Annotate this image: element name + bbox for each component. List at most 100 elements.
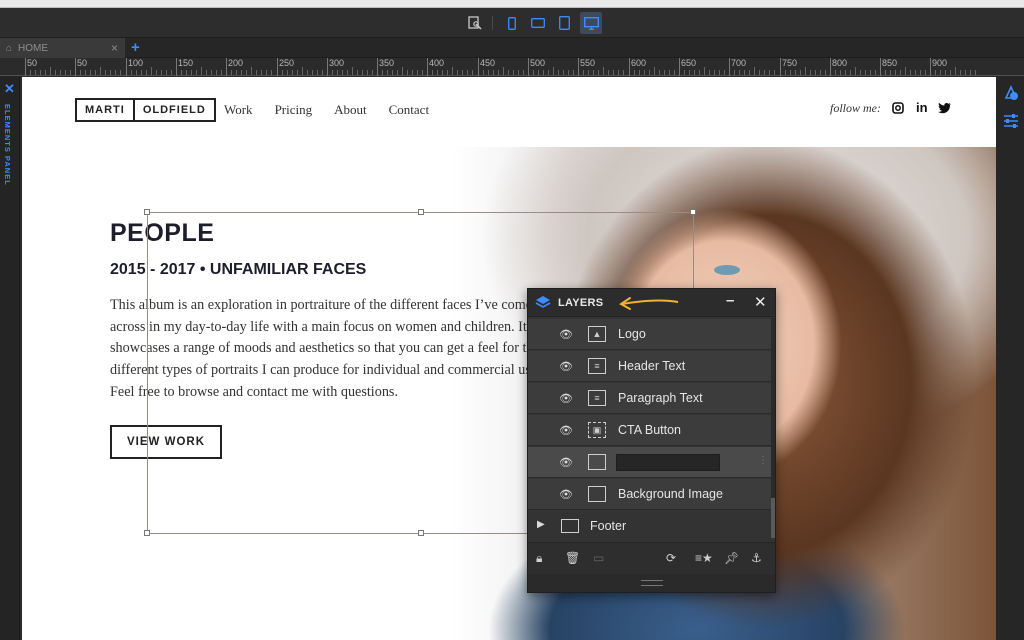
ruler-minor-tick — [623, 70, 624, 75]
trash-icon[interactable]: 🗑︎ — [565, 551, 580, 565]
ruler-minor-tick — [322, 70, 323, 75]
ruler-minor-tick — [588, 70, 589, 75]
ruler-label: 600 — [631, 58, 647, 68]
site-logo[interactable]: MARTI OLDFIELD — [75, 98, 216, 122]
settings-sliders-icon[interactable] — [1002, 112, 1020, 130]
desktop-icon[interactable] — [580, 12, 602, 34]
tab-home[interactable]: ⌂ HOME × — [0, 38, 125, 58]
ruler-minor-tick — [785, 70, 786, 75]
ruler-minor-tick — [684, 70, 685, 75]
instagram-icon[interactable] — [892, 102, 904, 117]
resize-handle[interactable] — [690, 209, 696, 215]
mobile-icon[interactable] — [501, 12, 523, 34]
ruler-minor-tick — [483, 70, 484, 75]
anchor-icon[interactable]: ⚓︎ — [751, 551, 762, 565]
ruler-minor-tick — [820, 70, 821, 75]
ruler-minor-tick — [357, 70, 358, 75]
panel-resize-grip[interactable] — [528, 574, 775, 592]
preview-icon[interactable] — [464, 12, 486, 34]
ruler-minor-tick — [513, 70, 514, 75]
ruler-minor-tick — [85, 70, 86, 75]
page-canvas[interactable]: MARTI OLDFIELD Work Pricing About Contac… — [22, 77, 996, 640]
close-tab-icon[interactable]: × — [111, 41, 118, 55]
visibility-eye-icon[interactable]: 👁 — [559, 328, 573, 341]
ruler-minor-tick — [840, 70, 841, 75]
ruler-major-tick — [478, 58, 479, 76]
visibility-eye-icon[interactable]: 👁 — [559, 360, 573, 373]
ruler-minor-tick — [568, 70, 569, 75]
pin-icon[interactable]: 📌︎ — [724, 551, 739, 565]
ruler-minor-tick — [342, 70, 343, 75]
ruler-minor-tick — [759, 70, 760, 75]
linkedin-icon[interactable]: in — [916, 100, 928, 115]
layer-row-paragraph-text[interactable]: 👁 ≡ Paragraph Text — [528, 383, 771, 414]
folder-icon[interactable]: ▭ — [593, 551, 604, 565]
visibility-eye-icon[interactable]: 👁 — [559, 456, 573, 469]
add-tab-button[interactable]: + — [131, 39, 140, 56]
resize-handle[interactable] — [144, 209, 150, 215]
ruler-minor-tick — [860, 70, 861, 75]
visibility-eye-icon[interactable]: 👁 — [559, 424, 573, 437]
ruler-minor-tick — [216, 70, 217, 75]
ruler-minor-tick — [397, 70, 398, 75]
ruler-minor-tick — [659, 70, 660, 75]
right-tool-panel — [996, 76, 1024, 640]
ruler-minor-tick — [960, 70, 961, 75]
resize-handle[interactable] — [418, 209, 424, 215]
ruler-minor-tick — [105, 70, 106, 75]
ruler-minor-tick — [805, 67, 806, 75]
layer-row-header-text[interactable]: 👁 ≡ Header Text — [528, 351, 771, 382]
ruler-label: 800 — [832, 58, 848, 68]
ruler-minor-tick — [115, 70, 116, 75]
ruler-minor-tick — [472, 70, 473, 75]
tablet-icon[interactable] — [553, 12, 575, 34]
minimize-button[interactable]: – — [726, 292, 734, 309]
elements-panel-label[interactable]: ELEMENTS PANEL — [3, 104, 12, 186]
expand-caret-icon[interactable]: ▶ — [537, 519, 545, 530]
visibility-eye-icon[interactable]: 👁 — [559, 488, 573, 501]
layer-row-logo[interactable]: 👁 ▲ Logo — [528, 319, 771, 350]
ruler-minor-tick — [855, 67, 856, 75]
ruler-major-tick — [830, 58, 831, 76]
toolbar-divider — [492, 16, 493, 30]
layer-group-footer[interactable]: ▶ Footer — [528, 511, 771, 541]
resize-handle[interactable] — [418, 530, 424, 536]
layer-rename-input[interactable] — [616, 454, 720, 471]
layer-row-editing[interactable]: 👁 ⋮ — [528, 447, 771, 478]
layers-header[interactable]: LAYERS – ✕ — [528, 289, 775, 317]
layers-scrollbar[interactable] — [771, 318, 775, 538]
ruler-minor-tick — [975, 70, 976, 75]
ruler-minor-tick — [865, 70, 866, 75]
ruler-major-tick — [427, 58, 428, 76]
star-list-icon[interactable]: ≡★ — [695, 551, 713, 565]
ruler-minor-tick — [337, 70, 338, 75]
ruler-label: 200 — [228, 58, 244, 68]
layer-row-background-image[interactable]: 👁 Background Image — [528, 479, 771, 510]
resize-handle[interactable] — [144, 530, 150, 536]
ruler-minor-tick — [332, 70, 333, 75]
nav-contact[interactable]: Contact — [389, 102, 429, 118]
nav-pricing[interactable]: Pricing — [275, 102, 313, 118]
twitter-icon[interactable] — [938, 102, 952, 117]
scrollbar-thumb[interactable] — [771, 498, 775, 538]
sync-icon[interactable]: ⟳ — [666, 551, 676, 565]
close-panel-button[interactable]: ✕ — [754, 293, 767, 311]
lock-icon[interactable]: 🔒︎ — [536, 551, 542, 566]
elements-panel-collapsed[interactable]: ✕ ELEMENTS PANEL — [0, 76, 20, 640]
layer-group-name: Footer — [590, 519, 627, 533]
layer-name: Paragraph Text — [618, 391, 703, 405]
ruler-minor-tick — [774, 70, 775, 75]
ruler-minor-tick — [518, 70, 519, 75]
ruler-minor-tick — [714, 70, 715, 75]
ruler-minor-tick — [810, 70, 811, 75]
nav-about[interactable]: About — [334, 102, 367, 118]
drag-handle-icon[interactable]: ⋮ — [758, 455, 768, 466]
ruler-minor-tick — [146, 70, 147, 75]
layer-row-cta-button[interactable]: 👁 ▣ CTA Button — [528, 415, 771, 446]
shapes-icon[interactable] — [1002, 84, 1020, 102]
visibility-eye-icon[interactable]: 👁 — [559, 392, 573, 405]
ruler-minor-tick — [563, 70, 564, 75]
close-icon[interactable]: ✕ — [4, 81, 15, 97]
tablet-landscape-icon[interactable] — [527, 12, 549, 34]
nav-work[interactable]: Work — [224, 102, 253, 118]
